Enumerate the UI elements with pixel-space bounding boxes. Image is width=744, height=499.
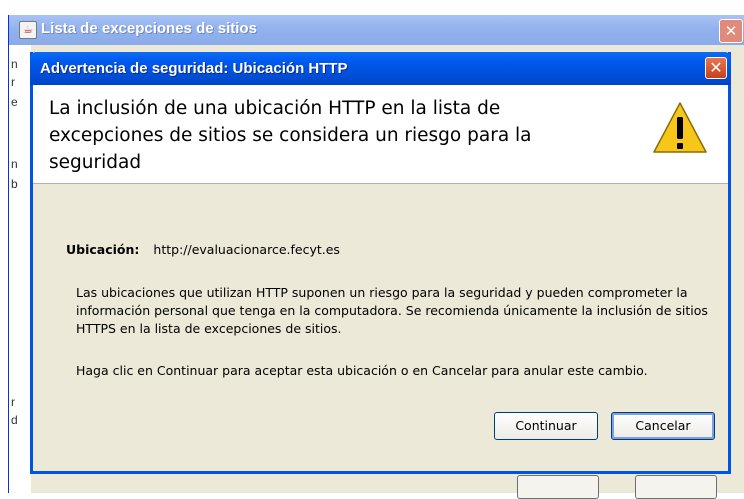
background-glyph: r [11,395,15,409]
continue-button[interactable]: Continuar [494,412,598,440]
warning-headline: La inclusión de una ubicación HTTP en la… [49,98,532,173]
background-glyph: r [11,75,15,89]
dialog-titlebar[interactable]: Advertencia de seguridad: Ubicación HTTP… [30,52,731,85]
background-glyph: n [11,157,18,171]
java-icon: ☕ [19,21,37,39]
location-value: http://evaluacionarce.fecyt.es [153,242,340,257]
background-glyph: d [11,413,18,427]
cancel-button[interactable]: Cancelar [611,412,715,440]
background-title: Lista de excepciones de sitios [41,20,257,37]
background-glyph: e [11,95,18,109]
close-button[interactable]: ✕ [705,57,727,79]
background-close-button[interactable]: ✕ [719,19,743,43]
background-left-strip: n r e n b r d [9,45,31,493]
location-row: Ubicación: http://evaluacionarce.fecyt.e… [66,242,340,257]
background-button[interactable] [635,475,717,499]
background-titlebar: ☕ Lista de excepciones de sitios ✕ [9,15,744,45]
risk-explanation: Las ubicaciones que utilizan HTTP supone… [76,285,708,336]
warning-icon [653,102,707,153]
background-glyph: b [11,177,18,191]
background-glyph: n [11,57,18,71]
header-panel: La inclusión de una ubicación HTTP en la… [33,85,728,184]
dialog-title: Advertencia de seguridad: Ubicación HTTP [40,60,348,77]
security-warning-dialog: Advertencia de seguridad: Ubicación HTTP… [30,52,731,474]
instructions-text: Haga clic en Continuar para aceptar esta… [76,363,648,378]
background-button[interactable] [517,475,599,499]
dialog-body: Ubicación: http://evaluacionarce.fecyt.e… [33,184,728,471]
location-label: Ubicación: [66,242,140,257]
